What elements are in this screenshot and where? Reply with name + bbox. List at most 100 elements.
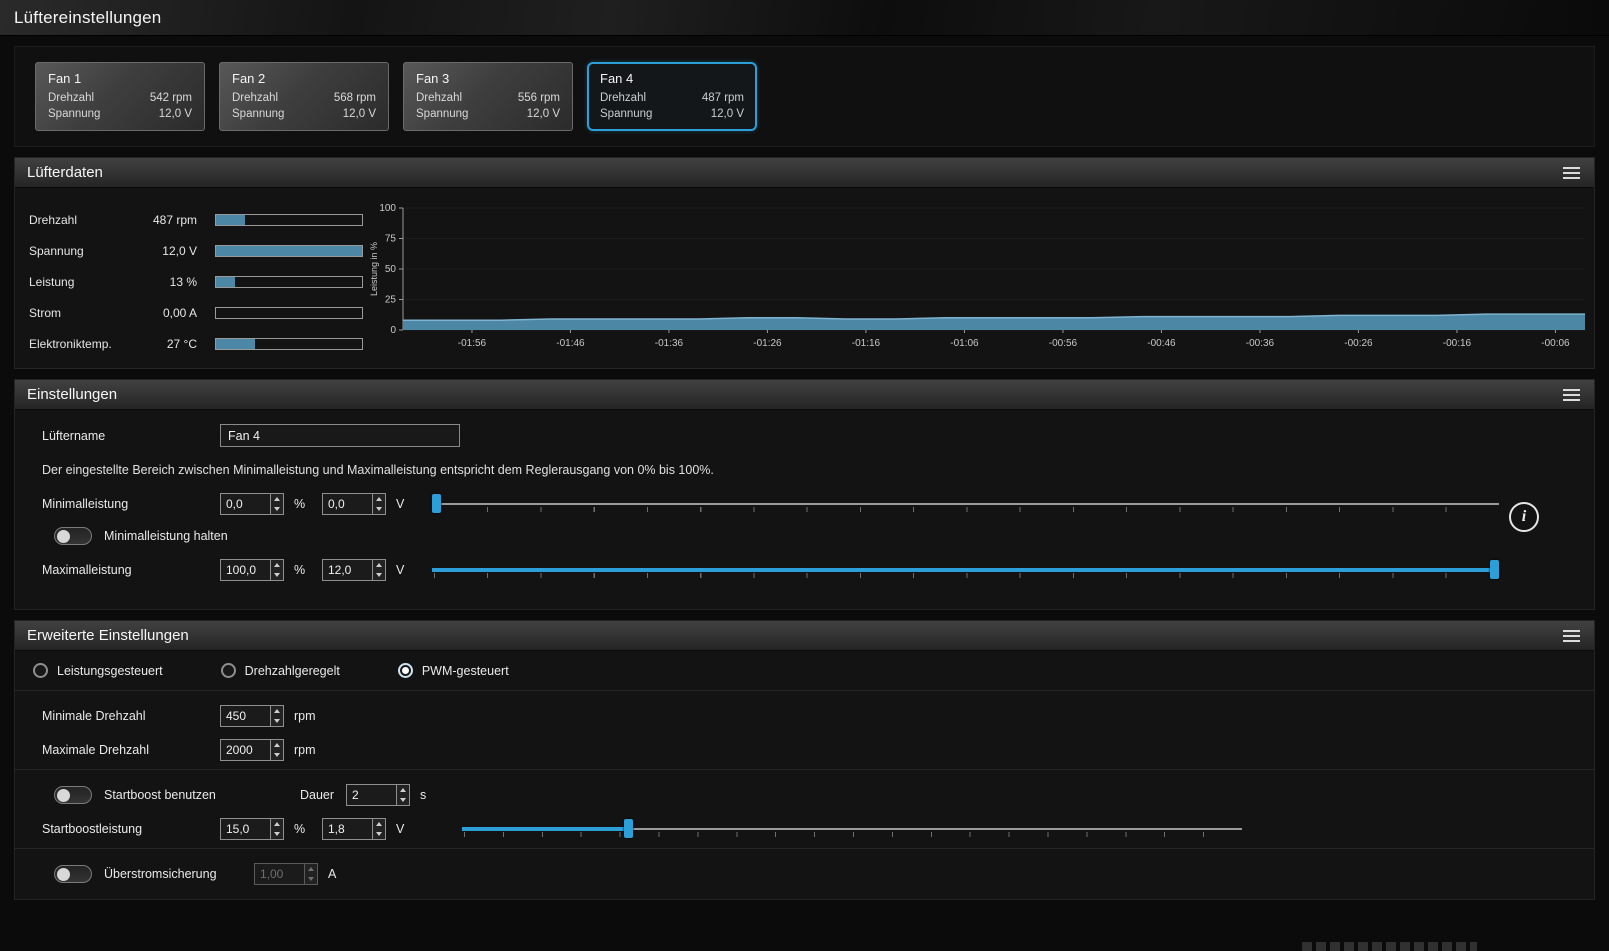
spin-down-button[interactable] — [373, 570, 385, 580]
spin-down-button[interactable] — [271, 750, 283, 760]
max-power-slider[interactable] — [432, 559, 1499, 581]
min-percent-input[interactable] — [221, 494, 270, 514]
radio-label: Drehzahlgeregelt — [245, 664, 340, 678]
fan-card-3[interactable]: Fan 3 Drehzahl556 rpm Spannung12,0 V — [403, 62, 573, 131]
spin-up-button[interactable] — [373, 819, 385, 829]
fan-voltage-value: 12,0 V — [527, 106, 560, 122]
spin-up-button[interactable] — [271, 740, 283, 750]
spin-down-button[interactable] — [397, 795, 409, 805]
spin-down-button[interactable] — [271, 570, 283, 580]
fan-card-4-selected[interactable]: Fan 4 Drehzahl487 rpm Spannung12,0 V — [587, 62, 757, 131]
data-label: Spannung — [29, 244, 135, 258]
sensor-readouts: Drehzahl 487 rpm Spannung 12,0 V Leistun… — [29, 202, 363, 364]
data-value: 27 °C — [135, 337, 197, 351]
radio-pwm-gesteuert[interactable]: PWM-gesteuert — [398, 663, 509, 678]
chart-canvas: 0255075100-01:56-01:46-01:36-01:26-01:16… — [367, 202, 1592, 364]
volt-unit: V — [396, 497, 410, 511]
fan-name-input[interactable] — [220, 424, 460, 447]
spin-down-button[interactable] — [271, 829, 283, 839]
slider-thumb[interactable] — [624, 819, 633, 838]
radio-leistungsgesteuert[interactable]: Leistungsgesteuert — [33, 663, 163, 678]
min-rpm-input[interactable] — [221, 706, 270, 726]
max-volt-input[interactable] — [323, 560, 372, 580]
fan-rpm-label: Drehzahl — [416, 90, 462, 106]
spin-up-button[interactable] — [397, 785, 409, 795]
svg-text:0: 0 — [390, 325, 396, 336]
spin-up-button[interactable] — [271, 819, 283, 829]
startboost-percent-input[interactable] — [221, 819, 270, 839]
min-power-slider[interactable] — [432, 493, 1499, 515]
slider-thumb[interactable] — [1490, 560, 1499, 579]
fan-selector-panel: Fan 1 Drehzahl542 rpm Spannung12,0 V Fan… — [14, 46, 1595, 147]
startboost-volt-input[interactable] — [323, 819, 372, 839]
startboost-toggle[interactable] — [54, 786, 92, 804]
info-icon[interactable]: i — [1509, 502, 1539, 532]
fan-card-title: Fan 4 — [600, 71, 744, 86]
section-header-einstellungen: Einstellungen — [15, 380, 1594, 410]
svg-text:25: 25 — [385, 295, 397, 306]
spin-up-button[interactable] — [271, 560, 283, 570]
fan-rpm-label: Drehzahl — [600, 90, 646, 106]
spin-up-button[interactable] — [373, 494, 385, 504]
data-row-drehzahl: Drehzahl 487 rpm — [29, 204, 363, 235]
fan-card-2[interactable]: Fan 2 Drehzahl568 rpm Spannung12,0 V — [219, 62, 389, 131]
percent-unit: % — [294, 497, 308, 511]
spin-up-button[interactable] — [271, 494, 283, 504]
startboost-power-label: Startboostleistung — [42, 822, 220, 836]
data-value: 12,0 V — [135, 244, 197, 258]
data-row-elektroniktemp: Elektroniktemp. 27 °C — [29, 328, 363, 359]
max-percent-input[interactable] — [221, 560, 270, 580]
startboost-slider[interactable] — [462, 818, 1242, 840]
dauer-label: Dauer — [300, 788, 346, 802]
drehzahl-bar — [215, 214, 363, 226]
dauer-input[interactable] — [347, 785, 396, 805]
min-volt-spinner — [322, 493, 386, 515]
fan-rpm-value: 487 rpm — [702, 90, 744, 106]
startboost-power-row: Startboostleistung % V — [42, 818, 1580, 840]
hamburger-menu-icon[interactable] — [1559, 162, 1584, 184]
data-row-strom: Strom 0,00 A — [29, 297, 363, 328]
max-percent-spinner — [220, 559, 284, 581]
startboost-group: Startboost benutzen Dauer s Startboostle… — [15, 770, 1594, 849]
min-percent-spinner — [220, 493, 284, 515]
radio-drehzahlgeregelt[interactable]: Drehzahlgeregelt — [221, 663, 340, 678]
spin-up-button[interactable] — [271, 706, 283, 716]
spin-up-button[interactable] — [305, 864, 317, 874]
data-row-spannung: Spannung 12,0 V — [29, 235, 363, 266]
startboost-volt-spinner — [322, 818, 386, 840]
percent-unit: % — [294, 563, 308, 577]
fan-rpm-value: 568 rpm — [334, 90, 376, 106]
fan-card-title: Fan 3 — [416, 71, 560, 86]
spin-down-button[interactable] — [373, 504, 385, 514]
svg-text:-00:06: -00:06 — [1541, 338, 1570, 349]
overcurrent-input[interactable] — [255, 864, 304, 884]
fan-rpm-value: 542 rpm — [150, 90, 192, 106]
min-volt-input[interactable] — [323, 494, 372, 514]
hamburger-menu-icon[interactable] — [1559, 384, 1584, 406]
rpm-limits-group: Minimale Drehzahl rpm Maximale Drehzahl … — [15, 691, 1594, 770]
spin-down-button[interactable] — [271, 716, 283, 726]
slider-thumb[interactable] — [432, 494, 441, 513]
spin-up-button[interactable] — [373, 560, 385, 570]
ueberstromsicherung-label: Überstromsicherung — [104, 867, 220, 881]
svg-text:-01:56: -01:56 — [458, 338, 487, 349]
spin-down-button[interactable] — [373, 829, 385, 839]
radio-label: Leistungsgesteuert — [57, 664, 163, 678]
fan-card-1[interactable]: Fan 1 Drehzahl542 rpm Spannung12,0 V — [35, 62, 205, 131]
ueberstromsicherung-toggle[interactable] — [54, 865, 92, 883]
minimalleistung-halten-toggle[interactable] — [54, 527, 92, 545]
range-description: Der eingestellte Bereich zwischen Minima… — [42, 463, 1499, 477]
section-einstellungen: Einstellungen Lüftername Der eingestellt… — [14, 379, 1595, 610]
fan-voltage-value: 12,0 V — [159, 106, 192, 122]
strom-bar — [215, 307, 363, 319]
fan-name-label: Lüftername — [42, 429, 220, 443]
bottom-watermark — [1302, 942, 1477, 951]
max-volt-spinner — [322, 559, 386, 581]
hamburger-menu-icon[interactable] — [1559, 625, 1584, 647]
spin-down-button[interactable] — [305, 874, 317, 884]
fan-voltage-label: Spannung — [416, 106, 468, 122]
spin-down-button[interactable] — [271, 504, 283, 514]
fan-card-title: Fan 2 — [232, 71, 376, 86]
min-power-hold-row: Minimalleistung halten — [54, 527, 1499, 545]
max-rpm-input[interactable] — [221, 740, 270, 760]
